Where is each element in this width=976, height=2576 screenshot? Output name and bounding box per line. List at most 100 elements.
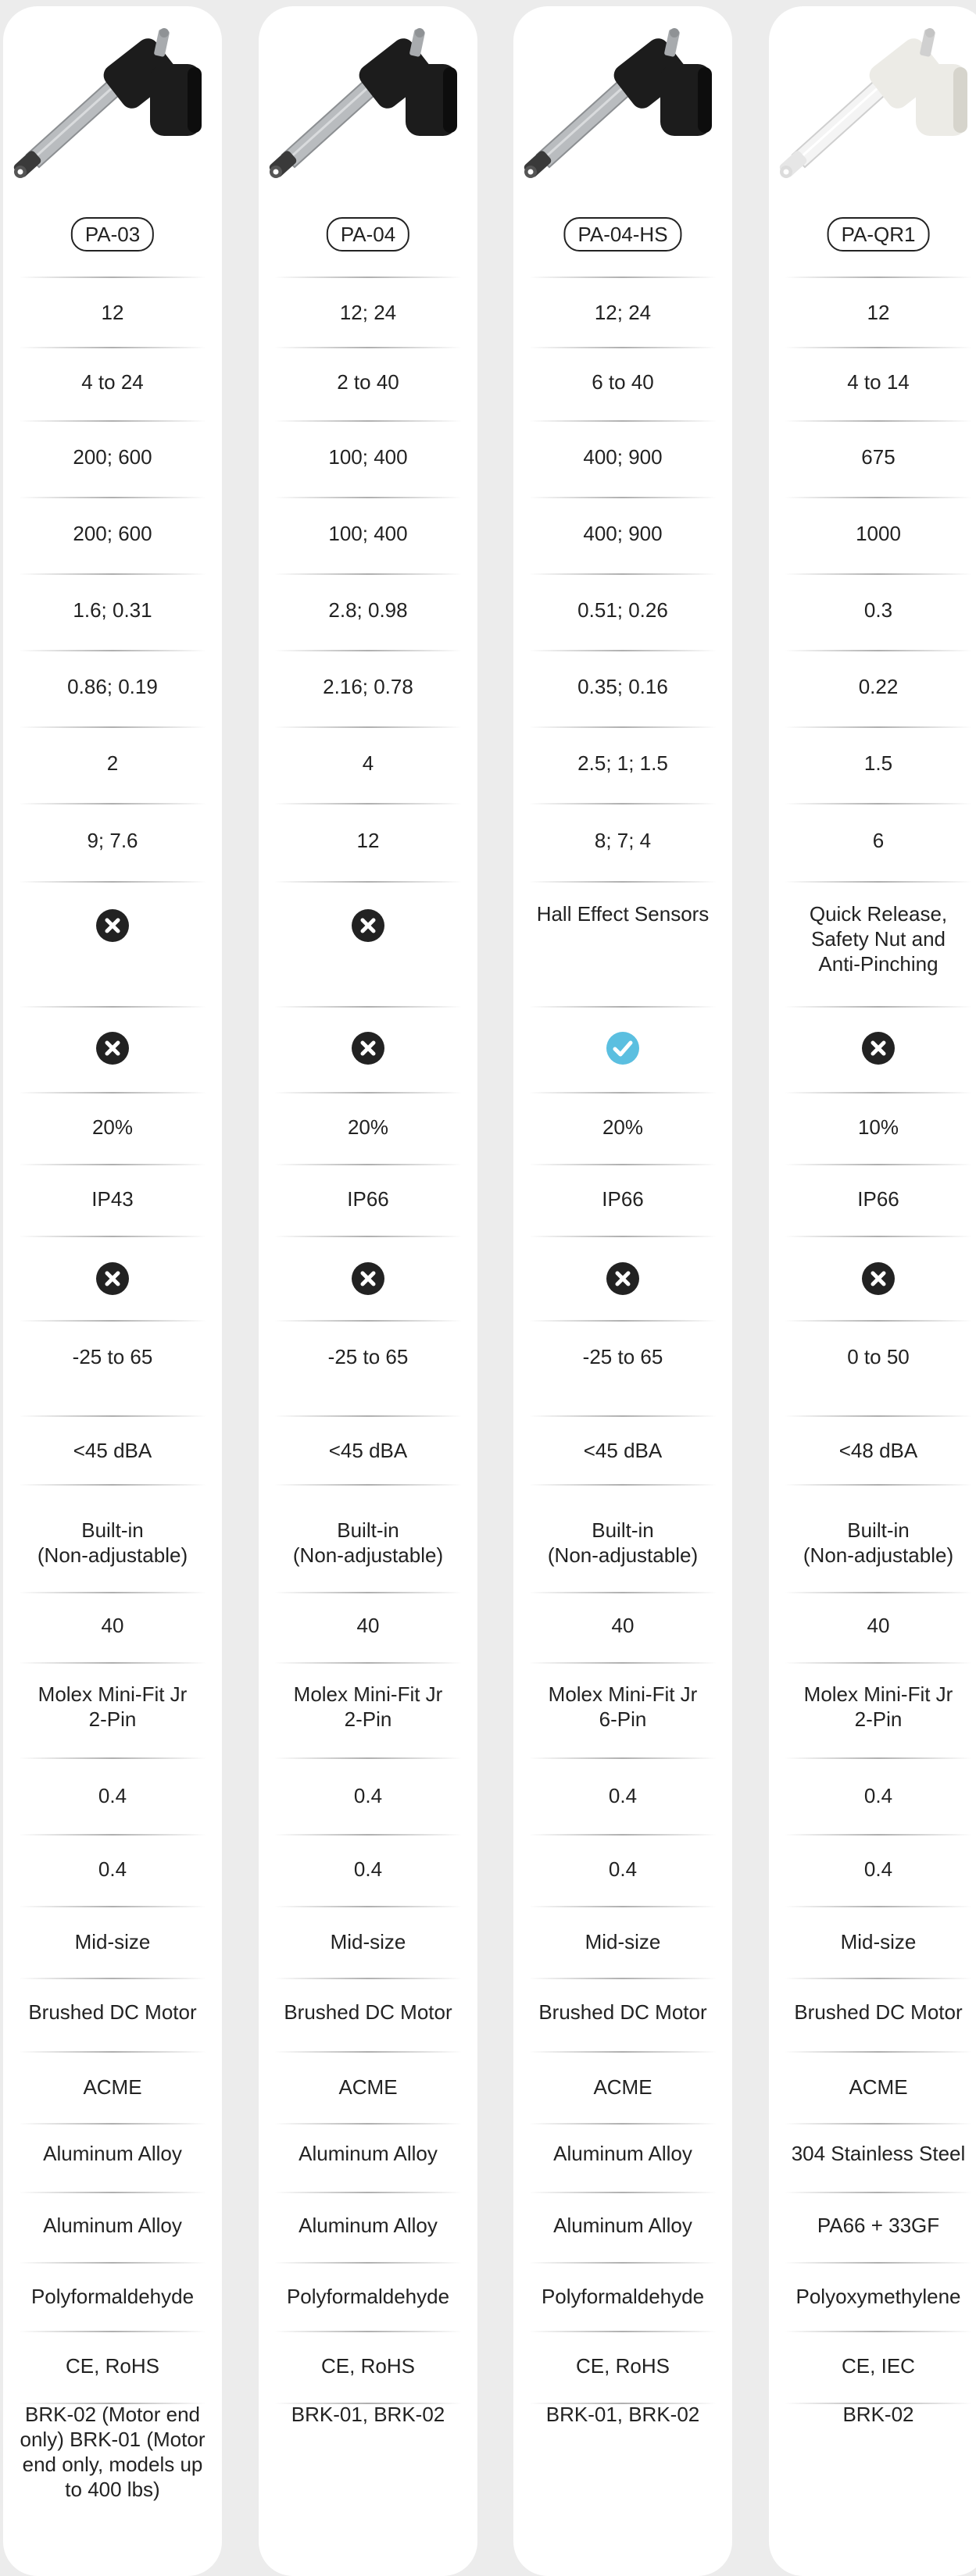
spec-value-line: Aluminum Alloy xyxy=(299,2214,438,2237)
spec-value-line: Built-in xyxy=(847,1518,910,1542)
row-divider xyxy=(274,1006,462,1008)
spec-value-line: 6 xyxy=(872,829,885,852)
row-divider xyxy=(19,1236,206,1237)
spec-value: 20% xyxy=(3,1115,222,1140)
spec-value-line: 0.4 xyxy=(863,1857,893,1881)
row-divider xyxy=(19,2262,206,2264)
row-divider xyxy=(529,1164,717,1165)
spec-value-line: 1.6; 0.31 xyxy=(73,598,152,622)
spec-value: CE, RoHS xyxy=(3,2353,222,2378)
row-divider xyxy=(274,347,462,348)
row-divider xyxy=(529,277,717,278)
spec-value: CE, RoHS xyxy=(259,2353,477,2378)
spec-value: 0.22 xyxy=(769,674,976,699)
spec-value-line: IP66 xyxy=(347,1187,389,1211)
spec-value-line: 12 xyxy=(356,829,380,852)
x-circle-icon xyxy=(95,1261,130,1296)
row-divider xyxy=(785,1320,972,1322)
spec-value-line: 12 xyxy=(101,301,124,324)
spec-value: 0.4 xyxy=(513,1857,732,1882)
model-badge: PA-QR1 xyxy=(827,217,930,252)
row-divider xyxy=(529,573,717,575)
spec-value: CE, RoHS xyxy=(513,2353,732,2378)
spec-value-line: 400; 900 xyxy=(583,522,663,545)
spec-value-line: Aluminum Alloy xyxy=(299,2142,438,2165)
row-divider xyxy=(529,1592,717,1593)
spec-value: IP43 xyxy=(3,1186,222,1211)
spec-value-line: 0.4 xyxy=(353,1857,383,1881)
row-divider xyxy=(529,1662,717,1664)
spec-value-line: CE, IEC xyxy=(842,2354,915,2378)
spec-value: Quick Release, Safety Nut and Anti-Pinchin… xyxy=(769,901,976,976)
spec-value-line: 6 to 40 xyxy=(592,370,654,394)
row-divider xyxy=(785,1757,972,1759)
spec-value: 0.4 xyxy=(769,1857,976,1882)
row-divider xyxy=(785,1484,972,1486)
spec-value-line: 2 xyxy=(106,751,119,775)
product-card: PA-04 12; 24 2 to 40 100; 400 100; 400 2.8; 0… xyxy=(259,6,477,2576)
spec-value: 20% xyxy=(259,1115,477,1140)
spec-value: 0.4 xyxy=(3,1857,222,1882)
row-divider xyxy=(274,650,462,651)
spec-value-line: only) BRK-01 (Motor xyxy=(20,2428,206,2451)
row-divider xyxy=(19,726,206,728)
row-divider xyxy=(785,573,972,575)
spec-value-line: 0.4 xyxy=(863,1784,893,1807)
row-divider xyxy=(785,1978,972,1979)
spec-value: ACME xyxy=(259,2075,477,2100)
row-divider xyxy=(785,1834,972,1836)
row-divider xyxy=(529,1834,717,1836)
row-divider xyxy=(529,2051,717,2053)
spec-value-line: CE, RoHS xyxy=(321,2354,415,2378)
spec-value-line: Molex Mini-Fit Jr xyxy=(548,1682,698,1706)
spec-value: Brushed DC Motor xyxy=(769,2000,976,2025)
comparison-table: PA-03 12 4 to 24 200; 600 200; 600 1.6; 0.31 0… xyxy=(0,0,976,2576)
row-divider xyxy=(785,1906,972,1907)
x-circle-icon xyxy=(95,908,130,943)
row-divider xyxy=(19,2331,206,2332)
spec-value: 675 xyxy=(769,444,976,469)
spec-value-line: <48 dBA xyxy=(838,1439,918,1462)
row-divider xyxy=(785,277,972,278)
spec-value-line: 6-Pin xyxy=(599,1707,647,1731)
row-divider xyxy=(19,1757,206,1759)
row-divider xyxy=(274,803,462,805)
row-divider xyxy=(529,1092,717,1094)
row-divider xyxy=(785,2192,972,2193)
spec-value: 12 xyxy=(769,300,976,325)
spec-value: Brushed DC Motor xyxy=(513,2000,732,2025)
row-divider xyxy=(274,1320,462,1322)
row-divider xyxy=(19,803,206,805)
spec-value: <45 dBA xyxy=(3,1438,222,1463)
spec-value-line: 8; 7; 4 xyxy=(594,829,652,852)
spec-value: Molex Mini-Fit Jr 2-Pin xyxy=(769,1682,976,1732)
spec-value: Molex Mini-Fit Jr 6-Pin xyxy=(513,1682,732,1732)
row-divider xyxy=(274,2051,462,2053)
spec-value-line: 0.4 xyxy=(608,1857,638,1881)
spec-value-line: Brushed DC Motor xyxy=(538,2000,707,2024)
spec-value-line: 0.3 xyxy=(863,598,893,622)
spec-value: BRK-02 xyxy=(769,2402,976,2427)
spec-value: Built-in (Non-adjustable) xyxy=(3,1518,222,1568)
row-divider xyxy=(529,497,717,498)
row-divider xyxy=(19,347,206,348)
spec-value: Polyformaldehyde xyxy=(259,2284,477,2309)
row-divider xyxy=(785,1592,972,1593)
product-image xyxy=(3,6,222,202)
spec-value: Mid-size xyxy=(3,1929,222,1954)
spec-value-line: 0.22 xyxy=(858,675,899,698)
spec-value-line: CE, RoHS xyxy=(66,2354,159,2378)
spec-value: Aluminum Alloy xyxy=(513,2213,732,2238)
spec-value-line: 2.5; 1; 1.5 xyxy=(577,751,668,775)
spec-value: 1.5 xyxy=(769,751,976,776)
spec-value: 40 xyxy=(513,1613,732,1638)
spec-value: Polyformaldehyde xyxy=(513,2284,732,2309)
spec-value-line: Aluminum Alloy xyxy=(43,2214,182,2237)
spec-value-line: 40 xyxy=(101,1614,124,1637)
spec-value: <48 dBA xyxy=(769,1438,976,1463)
spec-value: 10% xyxy=(769,1115,976,1140)
spec-value-line: 12 xyxy=(867,301,890,324)
spec-value-line: end only, models up xyxy=(22,2453,203,2476)
spec-value: 400; 900 xyxy=(513,444,732,469)
spec-value: Built-in (Non-adjustable) xyxy=(259,1518,477,1568)
